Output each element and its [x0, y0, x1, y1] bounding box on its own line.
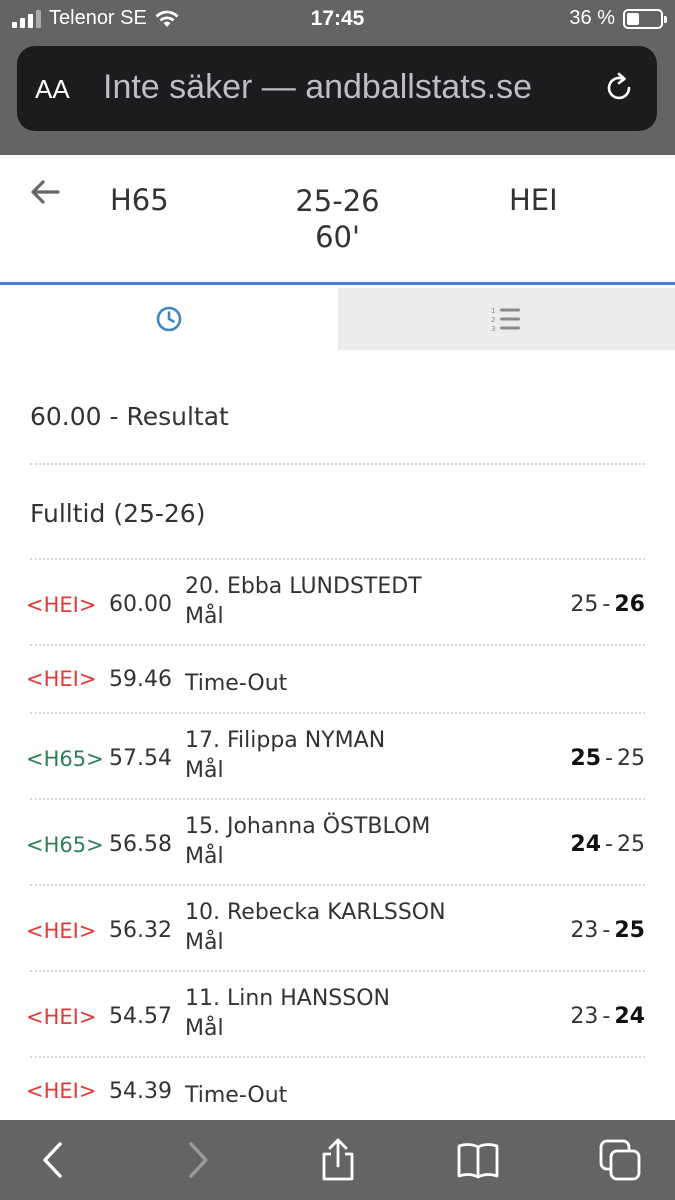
event-time: 60.00	[109, 592, 172, 617]
section-result: 60.00 - Resultat	[30, 350, 645, 465]
svg-text:1: 1	[491, 307, 495, 315]
event-score: 25-26	[570, 592, 645, 617]
score-home: 23	[570, 1004, 599, 1029]
event-type: Mål	[185, 930, 224, 955]
svg-text:2: 2	[491, 316, 495, 324]
event-time: 59.46	[109, 667, 172, 692]
event-type: Mål	[185, 758, 224, 783]
event-time: 57.54	[109, 746, 172, 771]
aa-label: AA	[35, 74, 70, 104]
event-time: 56.58	[109, 832, 172, 857]
event-score: 23-24	[570, 1004, 645, 1029]
event-type: Time-Out	[185, 1083, 288, 1108]
bookmarks-icon[interactable]	[456, 1138, 500, 1182]
away-team: HEI	[509, 183, 558, 217]
events-container: <HEI> 60.00 20. Ebba LUNDSTEDT Mål 25-26 <HEI…	[0, 560, 675, 1120]
score-home: 23	[570, 918, 599, 943]
score-away: 25	[617, 746, 645, 771]
match-score-box: 25-26 60'	[0, 183, 675, 255]
score-home: 24	[570, 832, 602, 857]
score-separator: -	[602, 918, 611, 943]
event-row[interactable]: <HEI> 54.57 11. Linn HANSSON Mål 23-24	[26, 972, 645, 1058]
event-player: 11. Linn HANSSON	[185, 986, 390, 1011]
forward-icon[interactable]	[175, 1138, 219, 1182]
reader-settings-button[interactable]: AA	[35, 74, 70, 105]
team-tag: <HEI>	[26, 919, 97, 943]
reload-icon[interactable]	[601, 70, 637, 106]
event-player: 15. Johanna ÖSTBLOM	[185, 814, 431, 839]
battery-percent: 36 %	[569, 7, 615, 29]
event-description: Time-Out	[185, 669, 287, 699]
numbered-list-icon: 1 2 3	[491, 307, 521, 332]
match-header: H65 25-26 60' HEI	[0, 155, 675, 285]
tabs-icon[interactable]	[598, 1138, 642, 1182]
event-row[interactable]: <HEI> 59.46 Time-Out	[26, 646, 645, 714]
event-description: 10. Rebecka KARLSSON Mål	[185, 898, 446, 958]
share-icon[interactable]	[316, 1138, 360, 1182]
team-tag: <H65>	[26, 833, 104, 857]
score-home: 25	[570, 592, 599, 617]
event-time: 54.39	[109, 1079, 172, 1104]
event-player: 17. Filippa NYMAN	[185, 728, 386, 753]
svg-text:3: 3	[491, 325, 495, 332]
clock-icon	[156, 306, 182, 332]
team-tag: <HEI>	[26, 1005, 97, 1029]
team-tag: <H65>	[26, 747, 104, 771]
event-description: 11. Linn HANSSON Mål	[185, 984, 390, 1044]
match-score: 25-26	[295, 184, 380, 218]
score-separator: -	[602, 1004, 611, 1029]
event-description: Time-Out	[185, 1081, 287, 1111]
address-bar[interactable]: AA Inte säker — andballstats.se	[17, 46, 657, 131]
match-time: 60'	[315, 220, 360, 254]
score-away: 25	[614, 918, 645, 943]
battery-area: 36 %	[569, 7, 667, 30]
event-score: 24-25	[570, 832, 645, 857]
event-type: Mål	[185, 604, 224, 629]
event-description: 15. Johanna ÖSTBLOM Mål	[185, 812, 430, 872]
back-icon[interactable]	[32, 1138, 76, 1182]
event-row[interactable]: <HEI> 54.39 Time-Out	[26, 1058, 645, 1120]
tab-lineup[interactable]: 1 2 3	[337, 288, 675, 350]
score-separator: -	[602, 592, 611, 617]
browser-toolbar	[0, 1120, 675, 1200]
event-time: 56.32	[109, 918, 172, 943]
score-home: 25	[570, 746, 602, 771]
url-text[interactable]: Inte säker — andballstats.se	[103, 68, 583, 107]
tab-events[interactable]	[0, 288, 338, 350]
browser-chrome: AA Inte säker — andballstats.se	[0, 40, 675, 155]
event-type: Mål	[185, 844, 224, 869]
event-time: 54.57	[109, 1004, 172, 1029]
score-away: 25	[617, 832, 645, 857]
tab-bar: 1 2 3	[0, 288, 675, 350]
score-away: 26	[614, 592, 645, 617]
section-fulltime: Fulltid (25-26)	[30, 465, 645, 560]
event-row[interactable]: <HEI> 60.00 20. Ebba LUNDSTEDT Mål 25-26	[26, 560, 645, 646]
event-score: 25-25	[570, 746, 645, 771]
event-row[interactable]: <HEI> 56.32 10. Rebecka KARLSSON Mål 23-25	[26, 886, 645, 972]
score-away: 24	[614, 1004, 645, 1029]
team-tag: <HEI>	[26, 1079, 97, 1103]
score-separator: -	[605, 832, 613, 857]
event-description: 17. Filippa NYMAN Mål	[185, 726, 385, 786]
battery-icon	[623, 8, 667, 29]
event-description: 20. Ebba LUNDSTEDT Mål	[185, 572, 422, 632]
status-bar: Telenor SE 17:45 36 %	[0, 0, 675, 40]
event-player: 20. Ebba LUNDSTEDT	[185, 574, 422, 599]
battery-level	[627, 12, 639, 25]
event-type: Mål	[185, 1016, 224, 1041]
event-score: 23-25	[570, 918, 645, 943]
event-row[interactable]: <H65> 57.54 17. Filippa NYMAN Mål 25-25	[26, 714, 645, 800]
event-player: 10. Rebecka KARLSSON	[185, 900, 446, 925]
team-tag: <HEI>	[26, 593, 97, 617]
score-separator: -	[605, 746, 613, 771]
event-type: Time-Out	[185, 671, 288, 696]
event-list[interactable]: 60.00 - Resultat Fulltid (25-26) <HEI> 60…	[0, 350, 675, 1120]
event-row[interactable]: <H65> 56.58 15. Johanna ÖSTBLOM Mål 24-25	[26, 800, 645, 886]
team-tag: <HEI>	[26, 667, 97, 691]
